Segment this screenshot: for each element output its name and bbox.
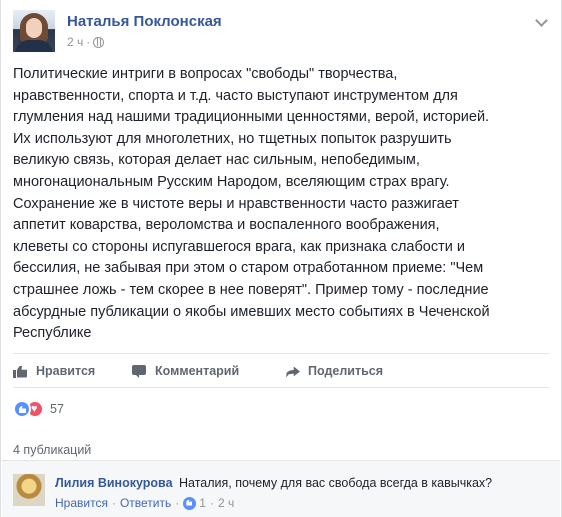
comment-like-count[interactable]: 1 [199,496,206,510]
separator: · [209,496,214,510]
comment-text: Наталия, почему для вас свобода всегда в… [179,476,493,490]
comment-meta: Нравится · Ответить · 1 · 2 ч [55,496,234,510]
commenter-avatar[interactable] [13,474,45,506]
separator: · [175,496,180,510]
reactions-summary[interactable]: 57 [13,398,64,420]
post-header: Наталья Поклонская 2 ч · [13,10,549,56]
comment-button[interactable]: Комментарий [132,360,239,382]
comment-label: Комментарий [155,364,240,378]
comment-reply-link[interactable]: Ответить [120,496,171,510]
post-body: Политические интриги в вопросах "свободы… [13,66,490,342]
thumbs-up-icon [13,364,28,379]
globe-icon [93,36,105,48]
meta-separator: · [86,35,91,49]
like-button[interactable]: Нравится [13,360,95,382]
share-button[interactable]: Поделиться [285,360,383,382]
post-meta: 2 ч · [67,35,105,49]
share-icon [285,364,300,379]
reactions-count: 57 [50,402,64,416]
author-name[interactable]: Наталья Поклонская [67,13,222,30]
post-actions: Нравится Комментарий Поделиться [13,356,549,384]
comment-like-icon [183,496,197,510]
divider [13,387,549,388]
like-reaction-icon [13,400,31,418]
commenter-name[interactable]: Лилия Винокурова [55,476,173,490]
share-label: Поделиться [308,364,384,378]
comment-icon [132,364,147,379]
divider [13,353,549,354]
comment-time[interactable]: 2 ч [218,496,234,510]
comment-like-link[interactable]: Нравится [55,496,108,510]
shares-count[interactable]: 4 публикаций [13,443,91,457]
like-label: Нравится [36,364,96,378]
chevron-down-icon[interactable] [535,16,547,28]
facebook-post: Наталья Поклонская 2 ч · Политические ин… [0,0,562,517]
post-time[interactable]: 2 ч [67,35,83,49]
author-avatar[interactable] [13,10,55,52]
comment-line: Лилия Винокурова Наталия, почему для вас… [55,476,492,490]
separator: · [111,496,116,510]
